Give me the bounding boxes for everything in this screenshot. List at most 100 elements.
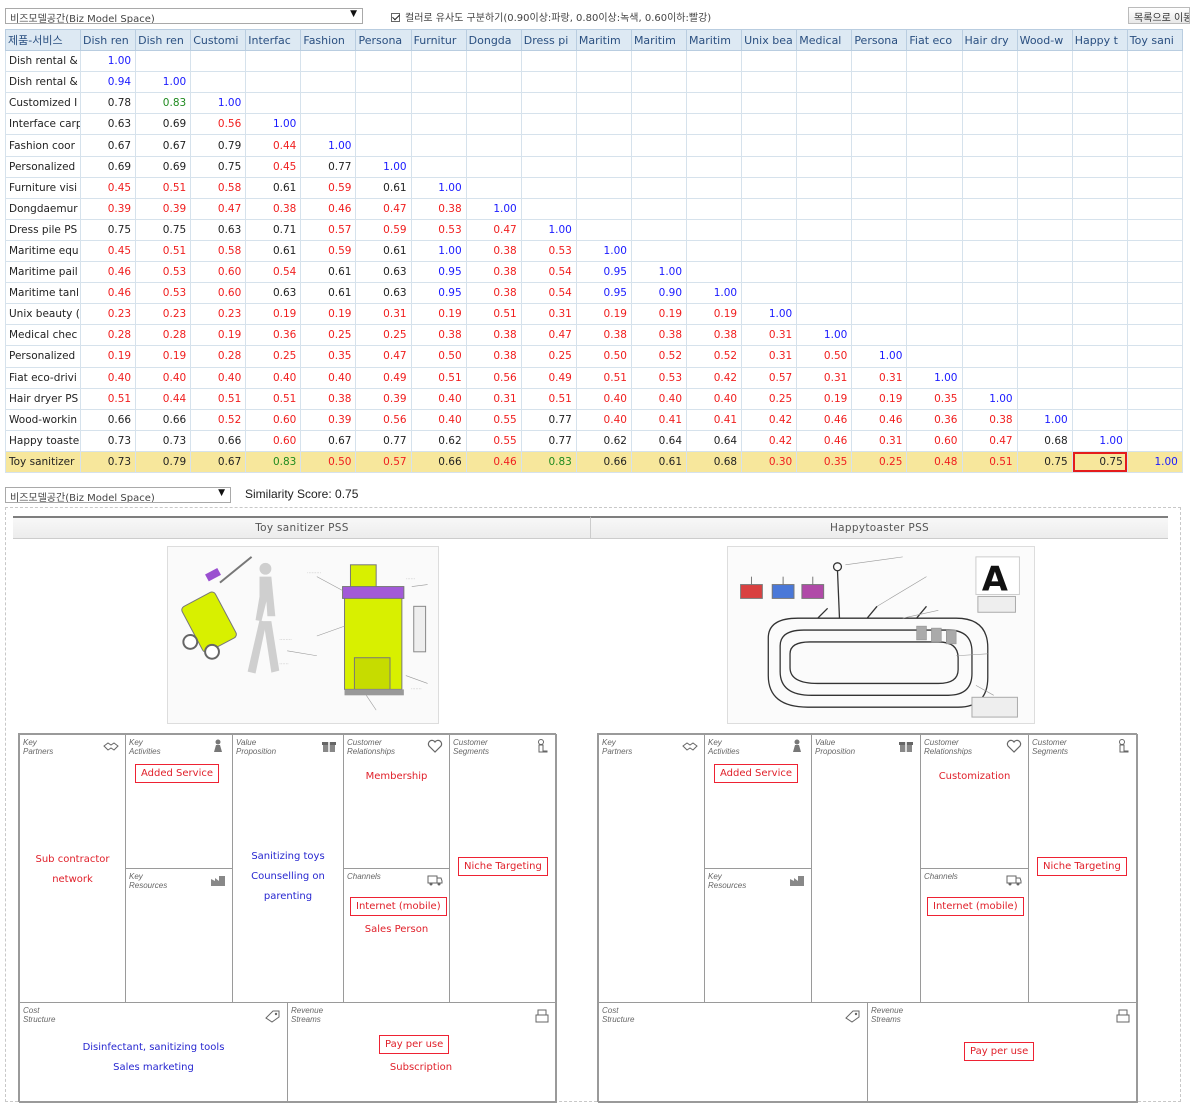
matrix-cell[interactable]: 0.50 [796,345,853,368]
matrix-cell[interactable]: 0.95 [575,261,632,284]
matrix-cell[interactable]: 1.00 [410,239,467,263]
matrix-cell[interactable]: 0.56 [465,366,522,389]
matrix-cell[interactable]: 0.19 [630,303,688,326]
matrix-cell[interactable]: 0.61 [245,239,302,263]
matrix-cell[interactable]: 1.00 [300,134,357,157]
matrix-row-header[interactable]: Dongdaemur [5,197,81,220]
matrix-cell[interactable]: 0.35 [796,450,853,473]
matrix-cell[interactable]: 0.90 [630,282,688,305]
matrix-cell[interactable]: 0.45 [79,239,137,263]
matrix-cell[interactable]: 1.00 [1016,408,1073,431]
matrix-cell[interactable]: 0.19 [575,303,632,326]
matrix-cell[interactable]: 1.00 [630,261,688,284]
matrix-cell[interactable]: 1.00 [135,71,192,94]
matrix-cell[interactable]: 0.25 [245,345,302,368]
matrix-cell[interactable]: 1.00 [465,197,522,220]
matrix-cell[interactable]: 0.47 [961,429,1018,452]
matrix-cell[interactable]: 0.41 [630,408,688,431]
matrix-row[interactable]: Medical chec 0.28 0.28 0.19 0.36 0.25 0.25 0.38… [5,324,1183,347]
matrix-cell[interactable]: 0.73 [79,450,137,473]
matrix-row[interactable]: Personalized 0.69 0.69 0.75 0.45 0.77 1.00 [5,155,1183,178]
matrix-column-header[interactable]: Maritim [686,28,743,52]
matrix-cell[interactable]: 0.39 [79,197,137,220]
matrix-cell[interactable]: 0.49 [355,366,412,389]
matrix-cell[interactable]: 0.40 [575,408,632,431]
matrix-row[interactable]: Dress pile PS 0.75 0.75 0.63 0.71 0.57 0.59 0.5… [5,218,1183,241]
matrix-row-header[interactable]: Customized I [5,92,81,115]
matrix-column-header[interactable]: Interfac [245,28,302,52]
matrix-cell[interactable]: 0.40 [79,366,137,389]
matrix-cell[interactable]: 0.23 [190,303,247,326]
matrix-cell[interactable]: 0.61 [355,239,412,263]
matrix-cell[interactable]: 0.28 [135,324,192,347]
matrix-row-header[interactable]: Maritime tanl [5,282,81,305]
matrix-cell[interactable]: 0.52 [686,345,743,368]
matrix-cell[interactable]: 0.56 [190,113,247,136]
matrix-column-header[interactable]: Maritim [575,28,632,52]
matrix-cell[interactable]: 1.00 [1071,429,1128,452]
matrix-cell[interactable]: 0.61 [300,261,357,284]
matrix-cell[interactable]: 0.31 [465,387,522,410]
matrix-cell[interactable]: 1.00 [575,239,632,263]
matrix-row-header[interactable]: Furniture visi [5,176,81,199]
matrix-cell[interactable]: 1.00 [410,176,467,199]
go-to-list-button[interactable]: 목록으로 이동 [1128,7,1190,24]
matrix-cell[interactable]: 0.19 [851,387,908,410]
matrix-row[interactable]: Maritime pail 0.46 0.53 0.60 0.54 0.61 0.63 0.9… [5,261,1183,284]
matrix-cell[interactable]: 0.59 [300,239,357,263]
matrix-cell[interactable]: 0.67 [135,134,192,157]
matrix-row[interactable]: Interface carp 0.63 0.69 0.56 1.00 [5,113,1183,136]
matrix-cell[interactable]: 0.62 [575,429,632,452]
matrix-cell[interactable]: 0.71 [245,218,302,241]
matrix-row-header[interactable]: Unix beauty ( [5,303,81,326]
matrix-row-header[interactable]: Personalized [5,155,81,178]
matrix-row[interactable]: Dish rental & 1.00 [5,50,1183,73]
matrix-column-header[interactable]: Dish ren [135,28,192,52]
matrix-cell[interactable]: 0.51 [79,387,137,410]
matrix-cell[interactable]: 0.25 [355,324,412,347]
matrix-cell[interactable]: 0.46 [796,429,853,452]
matrix-row-header[interactable]: Medical chec [5,324,81,347]
matrix-cell[interactable]: 0.60 [190,261,247,284]
matrix-cell[interactable]: 0.28 [79,324,137,347]
matrix-cell[interactable]: 0.54 [520,282,577,305]
matrix-cell[interactable]: 0.44 [245,134,302,157]
matrix-cell[interactable]: 0.69 [135,113,192,136]
matrix-cell[interactable]: 0.53 [520,239,577,263]
matrix-cell[interactable]: 0.46 [851,408,908,431]
matrix-row-header[interactable]: Dress pile PS [5,218,81,241]
matrix-cell[interactable]: 0.63 [355,282,412,305]
matrix-cell[interactable]: 0.49 [520,366,577,389]
matrix-cell[interactable]: 0.75 [79,218,137,241]
matrix-cell[interactable]: 1.00 [906,366,963,389]
matrix-cell[interactable]: 0.83 [245,450,302,473]
matrix-cell[interactable]: 0.51 [961,450,1018,473]
matrix-cell[interactable]: 0.64 [686,429,743,452]
matrix-row[interactable]: Toy sanitizer 0.73 0.79 0.67 0.83 0.50 0.57 0.6… [5,450,1183,473]
matrix-cell[interactable]: 0.60 [245,429,302,452]
matrix-cell[interactable]: 0.57 [355,450,412,473]
matrix-cell[interactable]: 0.40 [135,366,192,389]
matrix-cell[interactable]: 0.83 [520,450,577,473]
matrix-cell[interactable]: 0.25 [300,324,357,347]
matrix-column-header[interactable]: Hair dry [961,28,1018,52]
matrix-cell[interactable]: 0.36 [906,408,963,431]
matrix-cell[interactable]: 0.53 [410,218,467,241]
matrix-cell[interactable]: 0.48 [906,450,963,473]
matrix-cell[interactable]: 0.45 [245,155,302,178]
matrix-cell[interactable]: 0.40 [630,387,688,410]
matrix-row-header[interactable]: Wood-workin [5,408,81,431]
matrix-cell[interactable]: 0.95 [410,282,467,305]
matrix-cell[interactable]: 0.41 [686,408,743,431]
matrix-cell[interactable]: 0.52 [190,408,247,431]
matrix-column-header[interactable]: Customi [190,28,247,52]
matrix-cell[interactable]: 0.67 [79,134,137,157]
matrix-cell[interactable]: 0.47 [355,345,412,368]
matrix-row-header[interactable]: Fiat eco-drivi [5,366,81,389]
matrix-cell[interactable]: 0.38 [465,239,522,263]
matrix-cell[interactable]: 0.38 [465,282,522,305]
matrix-cell[interactable]: 0.83 [135,92,192,115]
matrix-cell[interactable]: 1.00 [741,303,798,326]
matrix-cell[interactable]: 0.47 [190,197,247,220]
matrix-row-header[interactable]: Hair dryer PS [5,387,81,410]
